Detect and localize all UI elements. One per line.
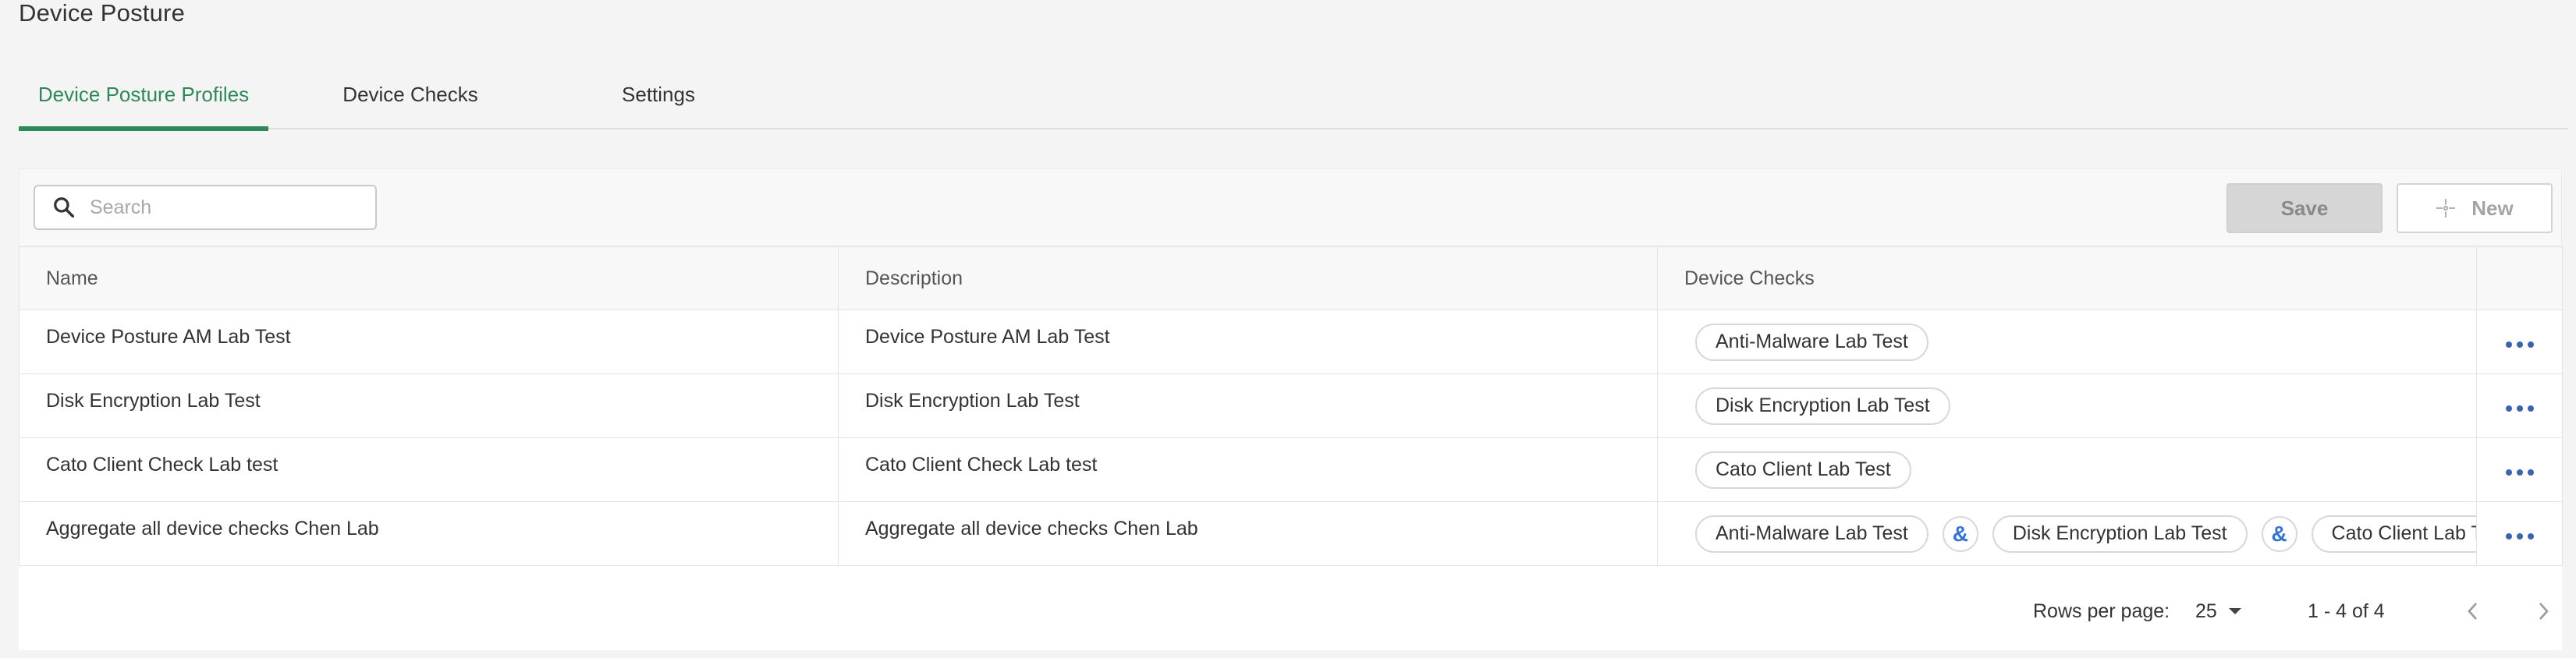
cell-device-checks: Cato Client Lab Test	[1657, 437, 2477, 502]
cell-actions	[2476, 373, 2563, 438]
new-button[interactable]: New	[2397, 183, 2553, 233]
tab-settings[interactable]: Settings	[565, 59, 752, 129]
cell-description: Disk Encryption Lab Test	[838, 373, 1658, 438]
cell-name: Device Posture AM Lab Test	[19, 310, 839, 374]
toolbar: Save New	[19, 168, 2562, 246]
more-options-icon[interactable]	[2505, 465, 2534, 480]
tab-device-checks[interactable]: Device Checks	[309, 59, 512, 129]
cell-description: Device Posture AM Lab Test	[838, 310, 1658, 374]
previous-page-button[interactable]	[2457, 596, 2489, 627]
pagination-bar: Rows per page: 25 1 - 4 of 4	[19, 572, 2562, 650]
cell-name: Cato Client Check Lab test	[19, 437, 839, 502]
cell-name: Disk Encryption Lab Test	[19, 373, 839, 438]
column-header-device-checks[interactable]: Device Checks	[1657, 246, 2477, 310]
rows-per-page-label: Rows per page:	[2033, 600, 2170, 622]
cell-description: Cato Client Check Lab test	[838, 437, 1658, 502]
cell-actions	[2476, 310, 2563, 374]
search-input[interactable]	[90, 196, 371, 219]
cell-device-checks: Anti-Malware Lab Test	[1657, 310, 2477, 374]
pagination-range: 1 - 4 of 4	[2308, 600, 2385, 622]
more-options-icon[interactable]	[2505, 529, 2534, 544]
and-operator-badge: &	[1942, 515, 1978, 552]
rows-per-page-select[interactable]: 25	[2195, 596, 2242, 627]
cell-device-checks: Disk Encryption Lab Test	[1657, 373, 2477, 438]
more-options-icon[interactable]	[2505, 337, 2534, 352]
tab-device-posture-profiles[interactable]: Device Posture Profiles	[19, 59, 268, 131]
page-title: Device Posture	[19, 0, 186, 27]
cell-actions	[2476, 501, 2563, 566]
search-icon	[54, 197, 74, 218]
profiles-table: Name Description Device Checks Device Po…	[19, 246, 2563, 566]
table-row[interactable]: Aggregate all device checks Chen Lab Agg…	[19, 501, 2563, 566]
table-row[interactable]: Disk Encryption Lab Test Disk Encryption…	[19, 373, 2563, 438]
save-button[interactable]: Save	[2227, 183, 2383, 233]
chevron-left-icon	[2468, 603, 2477, 620]
and-operator-badge: &	[2261, 515, 2297, 552]
device-check-chip: Anti-Malware Lab Test	[1695, 323, 1928, 361]
cell-actions	[2476, 437, 2563, 502]
more-options-icon[interactable]	[2505, 401, 2534, 416]
device-check-chip: Anti-Malware Lab Test	[1695, 515, 1928, 553]
new-button-label: New	[2471, 196, 2514, 220]
chevron-right-icon	[2539, 603, 2549, 620]
profiles-panel: Save New Name Description Device Checks	[19, 168, 2563, 650]
table-row[interactable]: Cato Client Check Lab test Cato Client C…	[19, 437, 2563, 502]
next-page-button[interactable]	[2528, 596, 2559, 627]
rows-per-page-value: 25	[2195, 600, 2217, 622]
search-box[interactable]	[34, 185, 377, 230]
new-sparkle-icon	[2436, 199, 2456, 218]
table-header-row: Name Description Device Checks	[19, 246, 2563, 310]
table-row[interactable]: Device Posture AM Lab Test Device Postur…	[19, 310, 2563, 374]
cell-device-checks: Anti-Malware Lab Test & Disk Encryption …	[1657, 501, 2477, 566]
cell-name: Aggregate all device checks Chen Lab	[19, 501, 839, 566]
column-header-actions	[2476, 246, 2563, 310]
device-check-chip: Disk Encryption Lab Test	[1695, 387, 1950, 425]
caret-down-icon	[2228, 608, 2241, 614]
tab-bar: Device Posture Profiles Device Checks Se…	[19, 59, 2568, 131]
column-header-name[interactable]: Name	[19, 246, 839, 310]
device-check-chip: Cato Client Lab Test	[1695, 451, 1911, 489]
device-check-chip: Cato Client Lab Test	[2311, 515, 2476, 553]
device-check-chip: Disk Encryption Lab Test	[1992, 515, 2248, 553]
cell-description: Aggregate all device checks Chen Lab	[838, 501, 1658, 566]
column-header-description[interactable]: Description	[838, 246, 1658, 310]
